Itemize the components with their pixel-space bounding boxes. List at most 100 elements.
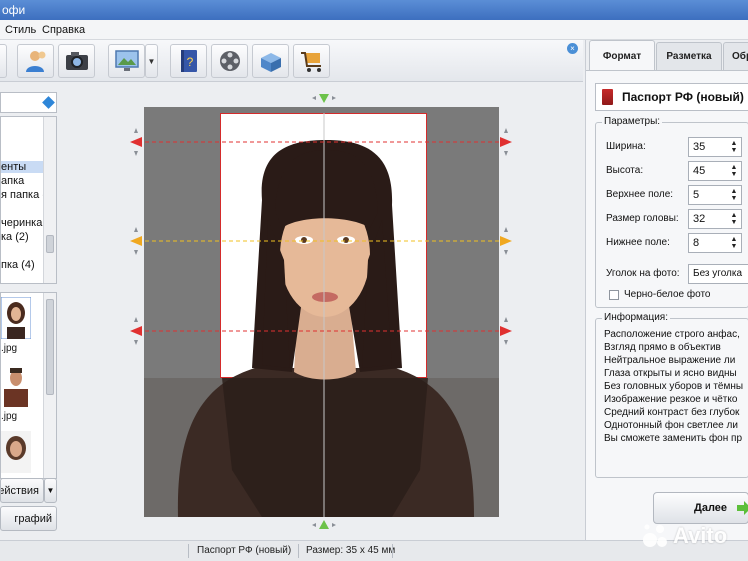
status-bar: Паспорт РФ (новый) Размер: 35 х 45 мм xyxy=(0,540,748,561)
left-panel: енты апка я папка (4 черинка ка (2) пка … xyxy=(0,82,60,540)
info-line: Расположение строго анфас, xyxy=(604,329,740,340)
close-icon[interactable]: × xyxy=(567,43,578,54)
format-select[interactable]: Паспорт РФ (новый) xyxy=(595,83,748,111)
users-button[interactable] xyxy=(17,44,54,78)
stepper-arrows-icon[interactable]: ▲ ▼ xyxy=(729,140,739,154)
bottom-margin-stepper[interactable]: 8 ▲ ▼ xyxy=(688,233,742,253)
scrollbar-thumb[interactable] xyxy=(46,299,54,395)
tree-item[interactable]: апка xyxy=(1,175,24,187)
title-bar: офи xyxy=(0,0,748,20)
thumbnail-item[interactable]: .jpg xyxy=(1,365,32,425)
height-label: Высота: xyxy=(606,165,644,176)
menu-bar: Стиль Справка xyxy=(0,20,748,40)
monitor-image-icon xyxy=(114,50,139,71)
parameters-group: Параметры: Ширина: 35 ▲ ▼ Высота: 45 ▲ ▼ В… xyxy=(595,116,748,308)
stepper-arrows-icon[interactable]: ▲ ▼ xyxy=(729,212,739,226)
settings-panel: Формат Разметка Обр Паспорт РФ (новый) П… xyxy=(585,40,748,540)
status-format: Паспорт РФ (новый) xyxy=(197,545,292,556)
thumbnails-scrollbar[interactable] xyxy=(43,293,56,478)
width-label: Ширина: xyxy=(606,141,646,152)
head-size-label: Размер головы: xyxy=(606,213,679,224)
next-label: Далее xyxy=(694,502,728,514)
corner-select[interactable]: Без уголка xyxy=(688,264,748,284)
tree-item[interactable]: пка (4) xyxy=(1,259,35,271)
cart-icon xyxy=(300,52,321,72)
bottom-margin-label: Нижнее поле: xyxy=(606,237,670,248)
corner-label: Уголок на фото: xyxy=(606,268,680,279)
add-photos-button[interactable]: графий xyxy=(0,506,57,531)
folder-combo[interactable] xyxy=(0,92,57,113)
stepper-arrows-icon[interactable]: ▲ ▼ xyxy=(729,188,739,202)
help-book-icon: ? xyxy=(180,50,197,72)
height-stepper[interactable]: 45 ▲ ▼ xyxy=(688,161,742,181)
camera-icon xyxy=(65,52,88,70)
stepper-arrows-icon[interactable]: ▲ ▼ xyxy=(729,164,739,178)
menu-help[interactable]: Справка xyxy=(42,24,85,36)
add-photos-label: графий xyxy=(14,512,52,525)
info-line: Однотонный фон светлее ли xyxy=(604,420,738,431)
bw-photo-label: Черно-белое фото xyxy=(624,289,711,300)
status-separator xyxy=(392,544,393,558)
width-value: 35 xyxy=(693,141,706,153)
image-dropdown-button[interactable]: ▼ xyxy=(145,44,158,78)
status-separator xyxy=(188,544,189,558)
top-margin-label: Верхнее поле: xyxy=(606,189,674,200)
arrow-right-icon xyxy=(737,501,748,515)
thumbnail-caption: .jpg xyxy=(1,343,18,354)
bw-photo-checkbox[interactable] xyxy=(609,290,619,300)
camera-button[interactable] xyxy=(58,44,95,78)
scrollbar-thumb[interactable] xyxy=(46,235,54,253)
tab-format[interactable]: Формат xyxy=(589,40,655,71)
diamond-dropdown-icon xyxy=(42,96,55,109)
thumbnail-image xyxy=(1,297,31,339)
thumbnail-item[interactable] xyxy=(1,431,32,477)
tab-processing[interactable]: Обр xyxy=(723,42,748,70)
head-size-stepper[interactable]: 32 ▲ ▼ xyxy=(688,209,742,229)
top-margin-stepper[interactable]: 5 ▲ ▼ xyxy=(688,185,742,205)
stepper-arrows-icon[interactable]: ▲ ▼ xyxy=(729,236,739,250)
height-value: 45 xyxy=(693,165,706,177)
box-export-icon xyxy=(260,53,281,72)
users-icon xyxy=(25,51,45,72)
info-line: Глаза открыты и ясно видны xyxy=(604,368,737,379)
export-button[interactable] xyxy=(252,44,289,78)
thumbnail-caption: .jpg xyxy=(1,411,18,422)
status-size: Размер: 35 х 45 мм xyxy=(306,545,396,556)
help-book-button[interactable]: ? xyxy=(170,44,207,78)
format-name: Паспорт РФ (новый) xyxy=(622,90,744,104)
settings-tabs: Формат Разметка Обр xyxy=(586,40,748,71)
cart-button[interactable] xyxy=(293,44,330,78)
tree-item[interactable]: енты xyxy=(1,161,44,173)
film-button[interactable] xyxy=(211,44,248,78)
tree-item[interactable]: черинка xyxy=(1,217,42,229)
info-line: Вы сможете заменить фон пр xyxy=(604,433,743,444)
status-separator xyxy=(298,544,299,558)
toolbar-button-first[interactable] xyxy=(0,44,7,78)
thumbnail-item[interactable]: .jpg xyxy=(1,297,32,357)
folder-tree: енты апка я папка (4 черинка ка (2) пка … xyxy=(0,116,57,284)
tree-scrollbar[interactable] xyxy=(43,117,56,283)
actions-label: ействия xyxy=(0,484,39,497)
svg-text:?: ? xyxy=(186,55,193,69)
menu-style[interactable]: Стиль xyxy=(5,24,36,36)
chevron-down-icon: ▼ xyxy=(46,486,55,495)
tree-item[interactable]: ка (2) xyxy=(1,231,29,243)
tab-markup[interactable]: Разметка xyxy=(656,42,722,70)
crop-frame[interactable] xyxy=(220,113,427,378)
film-reel-icon xyxy=(219,51,240,71)
toolbar: ▼ ? xyxy=(0,40,583,82)
bottom-margin-value: 8 xyxy=(693,237,700,249)
actions-button[interactable]: ействия xyxy=(0,478,44,503)
avito-text: Avito xyxy=(673,523,728,548)
width-stepper[interactable]: 35 ▲ ▼ xyxy=(688,137,742,157)
info-line: Нейтральное выражение ли xyxy=(604,355,736,366)
actions-dropdown-button[interactable]: ▼ xyxy=(44,478,57,503)
head-size-value: 32 xyxy=(693,213,706,225)
info-line: Взгляд прямо в объектив xyxy=(604,342,721,353)
photo-thumbnails: .jpg .jpg xyxy=(0,292,57,479)
image-button[interactable] xyxy=(108,44,145,78)
chevron-down-icon: ▼ xyxy=(147,56,156,66)
info-title: Информация: xyxy=(602,312,671,323)
thumbnail-image xyxy=(1,431,31,473)
info-line: Средний контраст без глубок xyxy=(604,407,740,418)
